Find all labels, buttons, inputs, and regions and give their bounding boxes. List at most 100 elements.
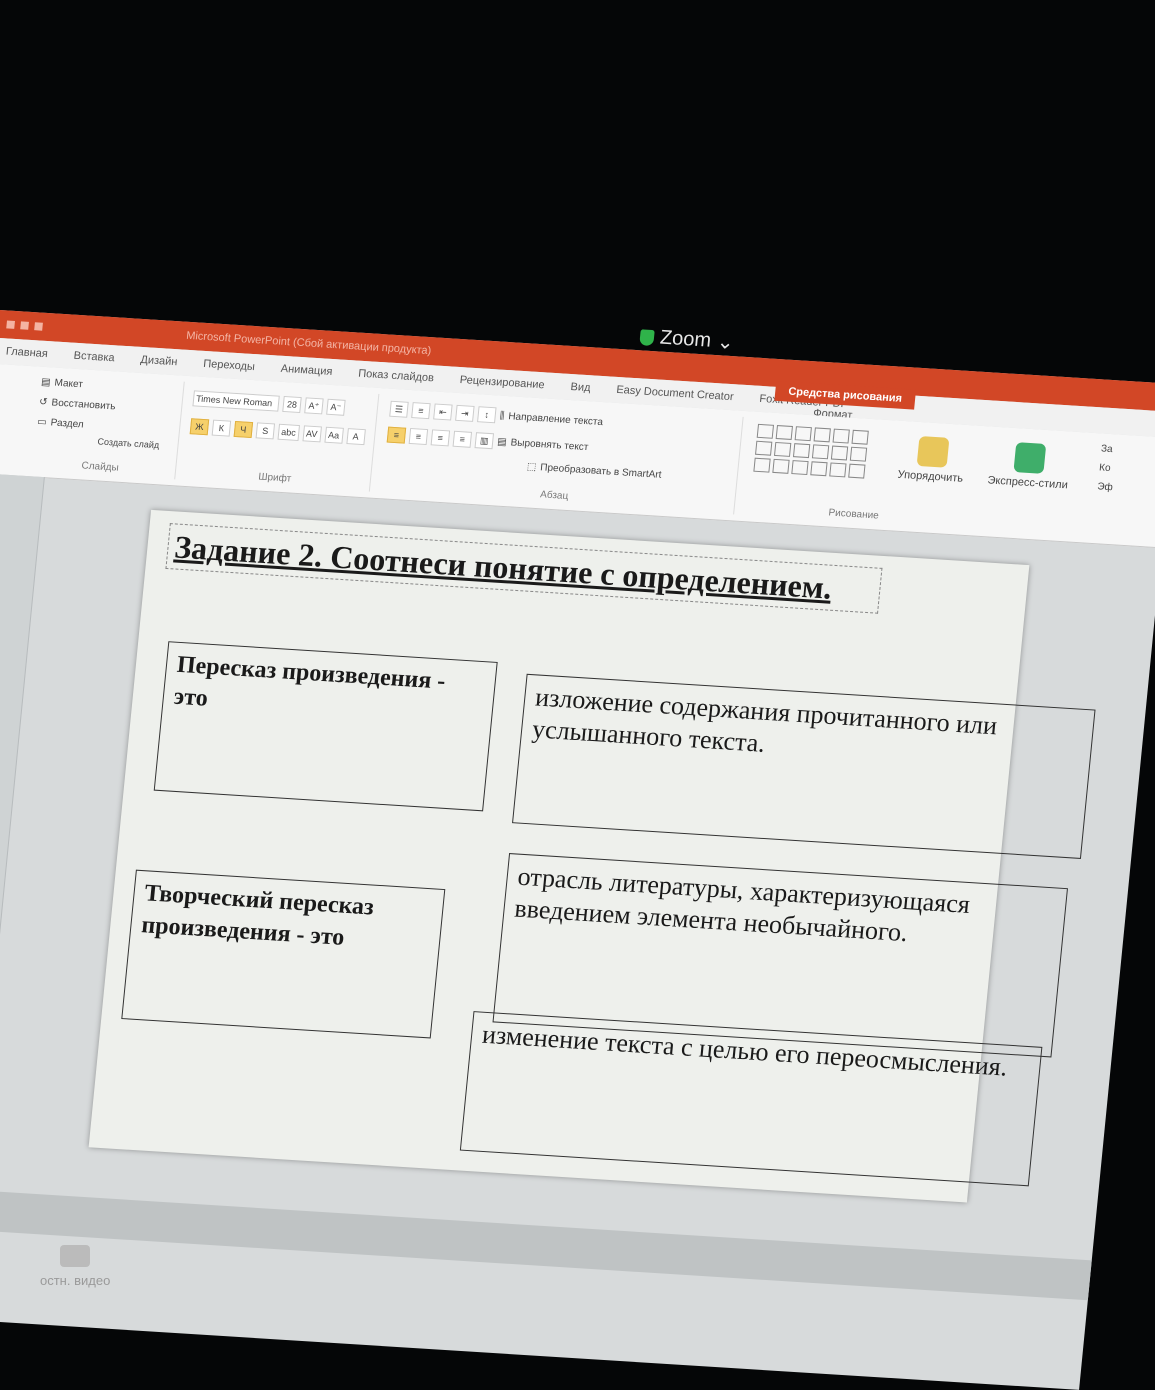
definition-text: изложение содержания прочитанного или ус…	[530, 682, 999, 758]
quick-styles-label: Экспресс-стили	[986, 474, 1069, 492]
shape-fill-button[interactable]: За	[1100, 443, 1113, 455]
zoom-video-control[interactable]: остн. видео	[40, 1245, 110, 1288]
video-label: остн. видео	[40, 1273, 111, 1288]
term-text: Пересказ произведения - это	[172, 651, 447, 712]
section-icon: ▭	[36, 416, 48, 429]
powerpoint-window: Zoom ⌄ Microsoft PowerPoint (Сбой актива…	[0, 310, 1155, 1390]
brace-left-shape-icon[interactable]	[810, 461, 828, 477]
numbering-icon[interactable]: ≡	[411, 402, 431, 420]
arrange-icon	[916, 435, 950, 468]
underline-icon[interactable]: Ч	[233, 420, 254, 439]
font-color-icon[interactable]: A	[345, 428, 366, 446]
decrease-indent-icon[interactable]: ⇤	[433, 403, 453, 421]
quick-styles-button[interactable]: Экспресс-стили	[986, 441, 1072, 492]
term-box-creative-retelling[interactable]: Творческий пересказ произведения - это	[121, 869, 446, 1039]
textbox-shape-icon[interactable]	[756, 423, 775, 439]
caret-shape-icon[interactable]	[791, 460, 809, 476]
redo-icon[interactable]	[34, 322, 43, 331]
strikethrough-icon[interactable]: abc	[277, 423, 300, 441]
tab-easy-document-creator[interactable]: Easy Document Creator	[616, 384, 734, 403]
definition-text: отрасль литературы, характеризующаяся вв…	[513, 861, 972, 948]
bullets-icon[interactable]: ☰	[389, 400, 409, 418]
align-center-icon[interactable]: ≡	[408, 427, 429, 446]
tab-design[interactable]: Дизайн	[140, 354, 178, 368]
video-camera-icon	[60, 1245, 91, 1267]
shadow-icon[interactable]: S	[255, 422, 276, 440]
undo-icon[interactable]	[20, 321, 29, 330]
group-font: Times New Roman 28 A⁺ A⁻ Ж К Ч S abc AV …	[179, 381, 380, 492]
align-left-icon[interactable]: ≡	[386, 426, 407, 444]
quick-access-toolbar[interactable]	[0, 320, 67, 332]
term-text: Творческий пересказ произведения - это	[140, 880, 375, 951]
reset-button[interactable]: Восстановить	[51, 397, 116, 412]
group-drawing: Упорядочить Экспресс-стили За Ко Эф Рисо…	[743, 417, 1155, 541]
elbow-shape-icon[interactable]	[773, 441, 792, 457]
slide-title[interactable]: Задание 2. Соотнеси понятие с определени…	[165, 523, 883, 614]
shape-outline-button[interactable]: Ко	[1099, 462, 1111, 474]
new-slide-button[interactable]: Создать слайд	[97, 436, 160, 450]
section-button[interactable]: Раздел	[50, 417, 84, 430]
chevron-down-icon: ⌄	[715, 331, 735, 355]
group-paragraph: ☰ ≡ ⇤ ⇥ ↕ ⫼ Направление текста ≡ ≡ ≡ ≡ ▥…	[373, 394, 744, 515]
reset-icon: ↺	[38, 396, 49, 409]
status-bar	[0, 1186, 1092, 1301]
brace-right-shape-icon[interactable]	[829, 462, 847, 478]
columns-icon[interactable]: ▥	[474, 432, 495, 450]
oval-shape-icon[interactable]	[832, 428, 850, 444]
tab-transitions[interactable]: Переходы	[203, 358, 256, 373]
line-shape-icon[interactable]	[775, 425, 793, 440]
tab-review[interactable]: Рецензирование	[459, 374, 545, 391]
bold-icon[interactable]: Ж	[189, 418, 210, 436]
smartart-button[interactable]: Преобразовать в SmartArt	[540, 462, 662, 481]
arrange-button[interactable]: Упорядочить	[897, 435, 967, 485]
definition-box-1[interactable]: изложение содержания прочитанного или ус…	[512, 673, 1096, 859]
term-box-retelling[interactable]: Пересказ произведения - это	[153, 641, 498, 812]
arc-shape-icon[interactable]	[772, 458, 790, 474]
group-slides: ▤ Макет ↺ Восстановить ▭ Раздел Создать сла…	[24, 372, 185, 480]
curve-shape-icon[interactable]	[753, 457, 771, 473]
layout-button[interactable]: Макет	[54, 378, 83, 391]
text-direction-button[interactable]: Направление текста	[508, 411, 604, 428]
text-direction-icon: ⫼	[499, 410, 505, 422]
quick-styles-icon	[1013, 442, 1047, 474]
triangle-shape-icon[interactable]	[755, 440, 773, 456]
arrow-line-shape-icon[interactable]	[794, 426, 812, 442]
increase-indent-icon[interactable]: ⇥	[455, 404, 475, 422]
tab-view[interactable]: Вид	[570, 381, 591, 394]
tab-slideshow[interactable]: Показ слайдов	[358, 368, 435, 385]
arrange-label: Упорядочить	[897, 468, 964, 485]
case-icon[interactable]: Aa	[323, 426, 344, 444]
slide-thumbnails-pane[interactable]	[0, 473, 45, 1175]
italic-icon[interactable]: К	[211, 419, 232, 437]
group-label-drawing: Рисование	[827, 507, 880, 522]
down-arrow-shape-icon[interactable]	[830, 445, 849, 461]
group-label-slides: Слайды	[80, 460, 120, 474]
font-name-select[interactable]: Times New Roman	[192, 390, 280, 412]
slide-canvas[interactable]: Задание 2. Соотнеси понятие с определени…	[88, 509, 1096, 1203]
tab-home[interactable]: Главная	[5, 345, 48, 360]
shape-effects-button[interactable]: Эф	[1097, 481, 1113, 493]
align-right-icon[interactable]: ≡	[430, 429, 451, 447]
grow-font-icon[interactable]: A⁺	[304, 397, 324, 415]
shrink-font-icon[interactable]: A⁻	[326, 398, 346, 416]
spacing-icon[interactable]: AV	[301, 425, 322, 443]
shapes-gallery[interactable]	[753, 423, 869, 479]
align-text-icon: ▤	[496, 436, 508, 448]
tab-animations[interactable]: Анимация	[280, 363, 333, 378]
right-arrow-shape-icon[interactable]	[811, 444, 830, 460]
rounded-rect-shape-icon[interactable]	[851, 429, 869, 445]
line-spacing-icon[interactable]: ↕	[477, 406, 497, 424]
smartart-icon: ⬚	[526, 461, 537, 473]
layout-icon: ▤	[40, 376, 52, 389]
zoom-label: Zoom	[658, 326, 713, 352]
save-icon[interactable]	[6, 320, 15, 329]
rectangle-shape-icon[interactable]	[813, 427, 831, 443]
font-size-select[interactable]: 28	[282, 395, 302, 414]
justify-icon[interactable]: ≡	[452, 430, 473, 448]
freeform-shape-icon[interactable]	[849, 446, 868, 462]
group-label-font: Шрифт	[257, 471, 292, 485]
tab-insert[interactable]: Вставка	[73, 350, 115, 365]
elbow-arrow-shape-icon[interactable]	[792, 443, 811, 459]
align-text-button[interactable]: Выровнять текст	[510, 437, 589, 453]
star-shape-icon[interactable]	[848, 463, 866, 479]
